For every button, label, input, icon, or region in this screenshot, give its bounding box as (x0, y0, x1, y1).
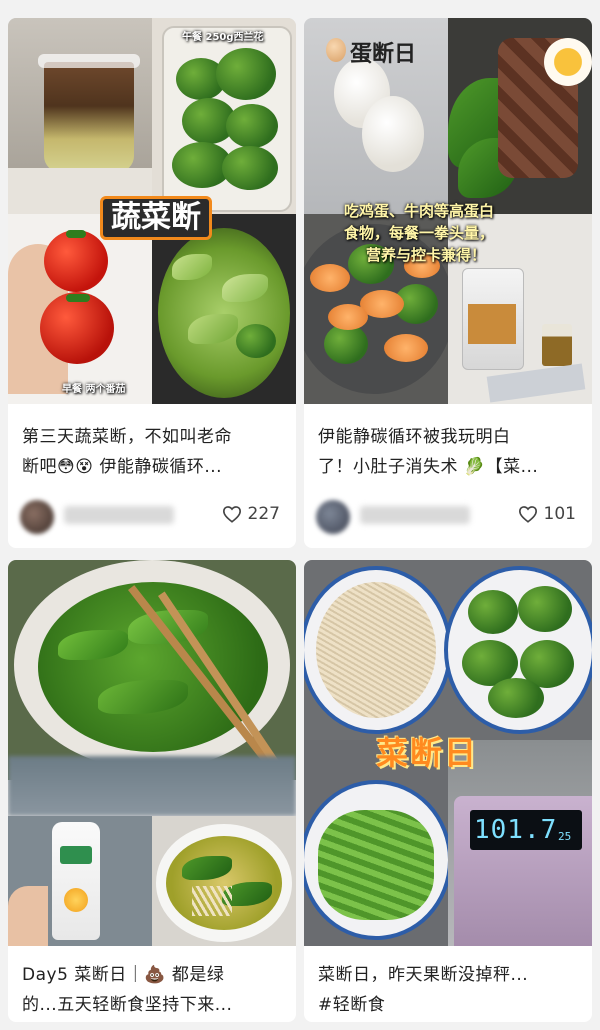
note-title[interactable]: 伊能静碳循环被我玩明白 了！小肚子消失术 🥬【菜... (318, 422, 580, 482)
cover-panel-bowl (152, 816, 296, 946)
note-cover-image[interactable]: 蛋断日 吃鸡蛋、牛肉等高蛋白 食物，每餐一拳头量， 营养与控卡兼得！ (304, 18, 592, 404)
cover-panel-broccoli-plate (444, 560, 592, 740)
cover-note: 早餐 两个番茄 (62, 384, 126, 395)
cover-panel-beef (448, 18, 592, 214)
scale-small-reading: 25 (558, 830, 572, 843)
cover-panel-greens (152, 214, 296, 404)
note-cover-image[interactable] (8, 560, 296, 946)
cover-caption-line: 营养与控卡兼得！ (366, 246, 487, 264)
cover-panel-drink (8, 18, 152, 214)
like-button[interactable]: 227 (222, 504, 280, 524)
cover-caption-line: 吃鸡蛋、牛肉等高蛋白 (344, 202, 495, 220)
note-card[interactable]: 蛋断日 吃鸡蛋、牛肉等高蛋白 食物，每餐一拳头量， 营养与控卡兼得！ 伊能静碳循… (304, 18, 592, 548)
cover-caption-line: 食物，每餐一拳头量， (344, 224, 495, 242)
note-card[interactable]: 101.7 25 菜断日 菜断日，昨天果断没掉秤... #轻断食 (304, 560, 592, 1022)
heart-outline-icon (222, 505, 242, 523)
note-cover-image[interactable]: 101.7 25 菜断日 (304, 560, 592, 946)
cover-heading: 菜断日 (376, 734, 479, 772)
author-name-blurred[interactable] (360, 506, 470, 524)
like-count: 227 (247, 504, 280, 524)
note-title[interactable]: 菜断日，昨天果断没掉秤... #轻断食 (318, 960, 580, 1020)
scale-reading: 101.7 (474, 815, 558, 845)
heart-outline-icon (518, 505, 538, 523)
like-button[interactable]: 101 (518, 504, 576, 524)
note-title[interactable]: 第三天蔬菜断，不如叫老命 断吧😳😵 伊能静碳循环... (22, 422, 284, 482)
cover-panel-noodles (304, 560, 452, 740)
note-title[interactable]: Day5 菜断日｜💩 都是绿 的...五天轻断食坚持下来... (22, 960, 284, 1020)
author-name-blurred[interactable] (64, 506, 174, 524)
note-feed: 午餐 250g西兰花 早餐 两个番茄 蔬菜断 第三天蔬菜断，不如叫老命 断吧😳😵… (0, 0, 600, 1030)
cover-blurred-caption (8, 756, 296, 816)
note-card[interactable]: 午餐 250g西兰花 早餐 两个番茄 蔬菜断 第三天蔬菜断，不如叫老命 断吧😳😵… (8, 18, 296, 548)
cover-panel-eggs: 蛋断日 (304, 18, 448, 214)
note-meta: 101 (316, 496, 580, 534)
cover-panel-broccoli: 午餐 250g西兰花 (152, 18, 296, 214)
cover-note: 午餐 250g西兰花 (182, 32, 264, 43)
cover-sticker-title: 蔬菜断 (100, 196, 212, 240)
note-meta: 227 (20, 496, 284, 534)
cover-heading: 蛋断日 (350, 42, 417, 67)
cover-panel-tomatoes: 早餐 两个番茄 (8, 214, 152, 404)
like-count: 101 (543, 504, 576, 524)
note-card[interactable]: Day5 菜断日｜💩 都是绿 的...五天轻断食坚持下来... (8, 560, 296, 1022)
cover-panel-pot (8, 560, 296, 780)
author-avatar[interactable] (316, 500, 350, 534)
author-avatar[interactable] (20, 500, 54, 534)
note-cover-image[interactable]: 午餐 250g西兰花 早餐 两个番茄 蔬菜断 (8, 18, 296, 404)
cover-panel-yogurt (8, 816, 152, 946)
